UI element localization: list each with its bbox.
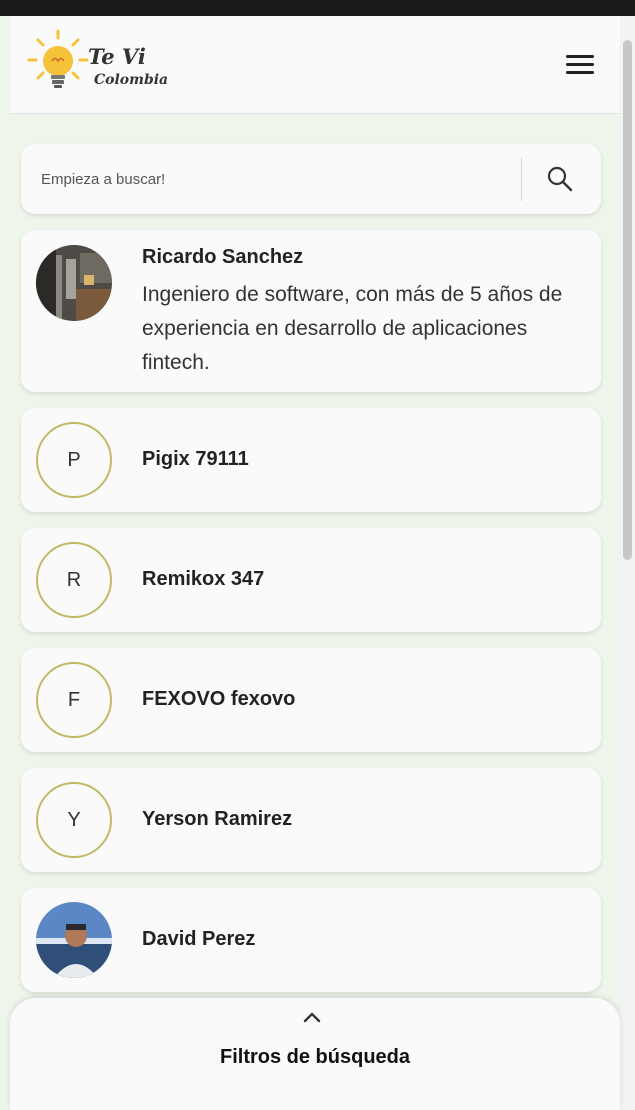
profile-name: David Perez: [142, 928, 256, 950]
logo-title: Te Vi: [88, 44, 146, 69]
search-icon[interactable]: [545, 164, 575, 194]
search-divider: [521, 157, 522, 201]
profile-name: Remikox 347: [142, 568, 265, 590]
avatar: [36, 245, 112, 321]
scrollbar-thumb[interactable]: [623, 40, 632, 560]
profile-name: Ricardo Sanchez: [142, 246, 304, 268]
logo[interactable]: Te Vi Colombia: [26, 28, 196, 104]
avatar: Y: [36, 782, 112, 858]
browser-top-strip: [0, 0, 635, 16]
search-filters-panel[interactable]: Filtros de búsqueda: [10, 998, 620, 1110]
profile-card[interactable]: David Perez: [21, 888, 601, 992]
avatar: R: [36, 542, 112, 618]
logo-subtitle: Colombia: [94, 72, 169, 88]
search-bar: [21, 144, 601, 214]
profile-name: Yerson Ramirez: [142, 808, 293, 830]
profile-card[interactable]: Ricardo Sanchez Ingeniero de software, c…: [21, 230, 601, 392]
profile-card[interactable]: R Remikox 347: [21, 528, 601, 632]
avatar: F: [36, 662, 112, 738]
filters-title[interactable]: Filtros de búsqueda: [10, 1046, 620, 1069]
profile-card[interactable]: F FEXOVO fexovo: [21, 648, 601, 752]
profile-photo-icon: [36, 902, 112, 978]
chevron-up-icon[interactable]: [300, 1008, 324, 1026]
profile-card[interactable]: Y Yerson Ramirez: [21, 768, 601, 872]
profile-description: Ingeniero de software, con más de 5 años…: [142, 283, 563, 374]
avatar: P: [36, 422, 112, 498]
profile-photo-icon: [36, 245, 112, 321]
avatar: [36, 902, 112, 978]
hamburger-menu-icon[interactable]: [566, 55, 594, 77]
results-list: Ricardo Sanchez Ingeniero de software, c…: [10, 114, 620, 1110]
profile-name: Pigix 79111: [142, 448, 249, 470]
scrollbar-track[interactable]: [620, 16, 635, 1110]
profile-name: FEXOVO fexovo: [142, 688, 296, 710]
profile-card[interactable]: P Pigix 79111: [21, 408, 601, 512]
app-header: Te Vi Colombia: [10, 16, 620, 114]
search-input[interactable]: [41, 164, 501, 194]
